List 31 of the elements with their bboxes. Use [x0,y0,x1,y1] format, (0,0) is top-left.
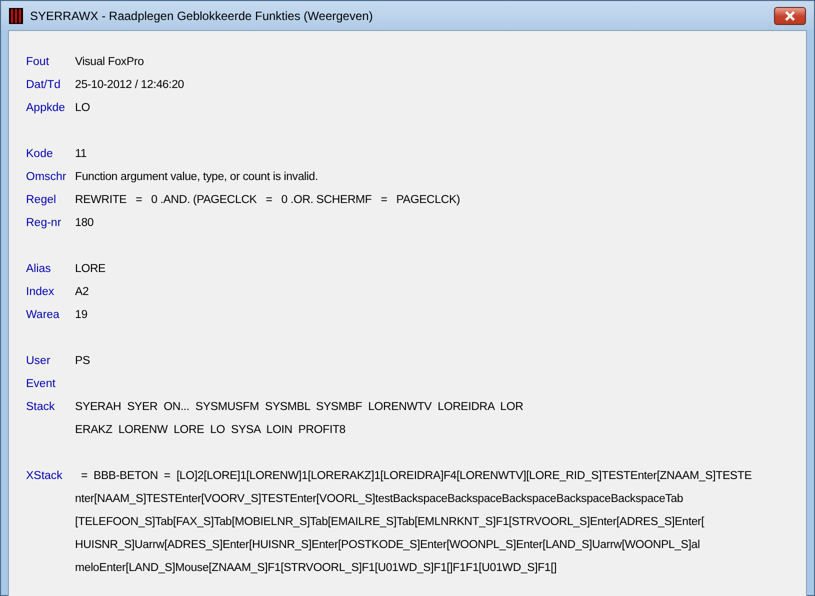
app-icon [9,8,23,24]
field-value: = BBB-BETON = [LO]2[LORE]1[LORENW]1[LORERAKZ]1[LOREIDRA]F4[LORENWTV][LORE_RID_S]TESTEnter[ZNAAM_S]TESTE nter[NAAM_S]TESTEnter[VOORV_S]TESTEnter[VOORL_S]testBackspaceBackspaceBackspaceBackspaceBackspaceTab [TELEFOON_S]Tab[FAX_S]Tab[MOBIELNR_S]Tab[EMAILRE_S]Tab[EMLNRKNT_S]F1[STRVOORL_S]Enter[ADRES_S]Enter[ HUISNR_S]Uarrw[ADRES_S]Enter[HUISNR_S]Enter[POSTKODE_S]Enter[WOONPL_S]Enter[LAND_S]Uarrw[WOONPL_S]al meloEnter[LAND_S]Mouse[ZNAAM_S]F1[STRVOORL_S]F1[U01WD_S]F1[]F1F1[U01WD_S]F1[] [75,469,752,576]
field-value: 11 [75,147,87,162]
field-label: Warea [26,308,60,323]
field-value: 19 [75,308,88,323]
field-label: Appkde [26,101,66,116]
window-title: SYERRAWX - Raadplegen Geblokkeerde Funkties (Weergeven) [30,8,374,22]
field-value: LORE [75,262,106,277]
field-label: Stack [26,400,56,415]
field-label: XStack [26,469,64,484]
field-label: Alias [26,262,52,277]
field-value: 180 [75,216,94,231]
field-label: Index [26,285,56,300]
field-label: Omschr [26,170,68,185]
field-value: LO [75,101,90,116]
field-label: Event [26,377,56,392]
close-icon [784,10,796,20]
field-value: PS [75,354,90,369]
field-value: SYERAH SYER ON... SYSMUSFM SYSMBL SYSMBF LORENWTV LOREIDRA LOR ERAKZ LORENW LORE LO SYSA LOIN PROFIT8 [75,400,524,438]
field-label: Regel [26,193,58,208]
field-value: Visual FoxPro [75,55,144,70]
field-label: Fout [26,55,50,70]
field-label: Kode [26,147,54,162]
field-label: Reg-nr [26,216,62,231]
field-value: A2 [75,285,89,300]
field-value: Function argument value, type, or count is invalid. [75,170,318,185]
field-value: REWRITE = 0 .AND. (PAGECLCK = 0 .OR. SCHERMF = PAGECLCK) [75,193,460,208]
field-value: 25-10-2012 / 12:46:20 [75,78,184,93]
close-button[interactable] [774,6,806,24]
field-label: Dat/Td [26,78,62,93]
field-label: User [26,354,52,369]
